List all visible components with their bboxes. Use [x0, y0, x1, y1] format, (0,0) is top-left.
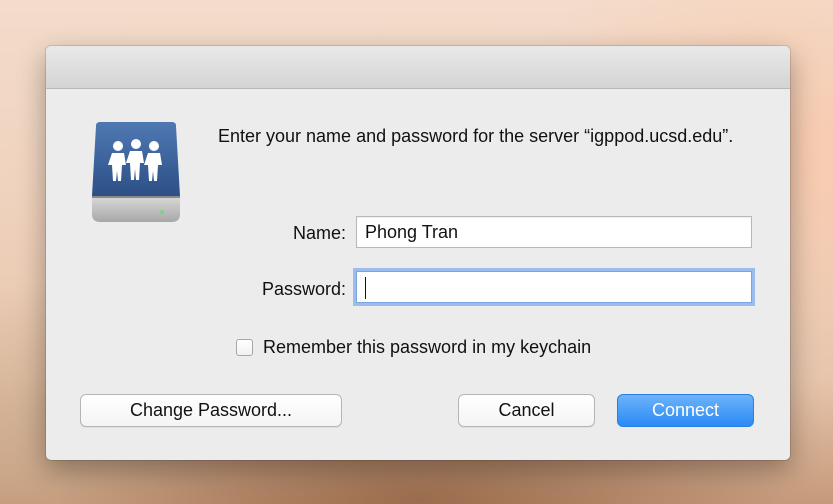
- remember-label[interactable]: Remember this password in my keychain: [263, 337, 591, 358]
- name-field[interactable]: Phong Tran: [356, 216, 752, 248]
- remember-checkbox[interactable]: [236, 338, 253, 356]
- password-label: Password:: [261, 279, 346, 299]
- shared-server-icon: [88, 122, 184, 226]
- dialog-titlebar[interactable]: [46, 46, 790, 89]
- password-field[interactable]: [356, 271, 752, 303]
- name-label: Name:: [292, 223, 346, 243]
- change-password-button[interactable]: Change Password...: [80, 394, 342, 427]
- text-caret: [365, 277, 366, 300]
- dialog-message: Enter your name and password for the ser…: [218, 126, 734, 146]
- cancel-button[interactable]: Cancel: [458, 394, 595, 427]
- connect-button[interactable]: Connect: [617, 394, 754, 427]
- remember-row[interactable]: Remember this password in my keychain: [236, 334, 591, 360]
- login-dialog: Enter your name and password for the ser…: [46, 46, 790, 460]
